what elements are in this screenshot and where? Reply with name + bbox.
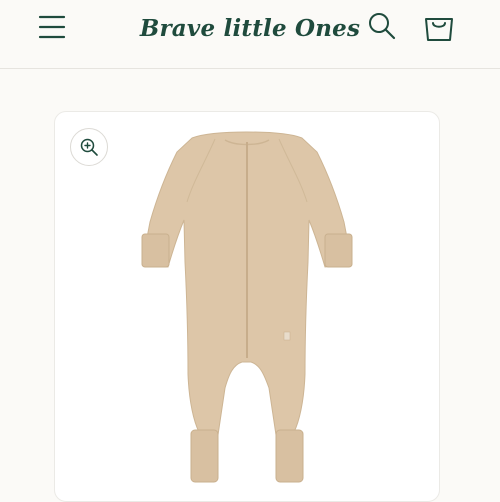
zoom-in-icon	[80, 138, 98, 156]
zoom-button[interactable]	[70, 128, 108, 166]
shopping-bag-icon	[425, 18, 453, 41]
menu-button[interactable]	[34, 8, 70, 44]
search-button[interactable]	[366, 10, 398, 42]
search-icon	[369, 13, 396, 40]
hamburger-menu-icon	[38, 15, 66, 39]
product-image[interactable]	[55, 112, 439, 501]
cart-button[interactable]	[421, 8, 457, 44]
site-header: Brave little Ones	[0, 0, 500, 69]
product-media-card	[54, 111, 440, 502]
brand-logo[interactable]: Brave little Ones	[140, 8, 360, 48]
